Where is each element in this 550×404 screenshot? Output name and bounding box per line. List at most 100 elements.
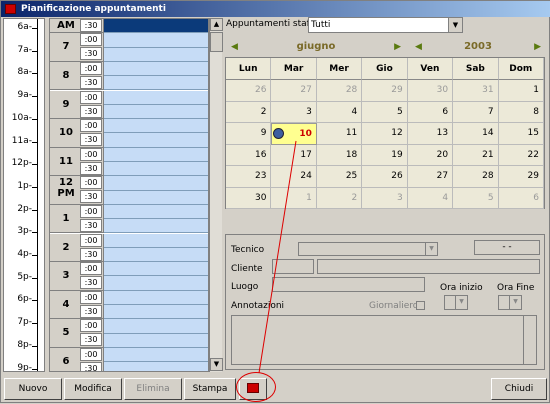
calendar-day[interactable]: 5 — [453, 187, 499, 209]
stampa-button[interactable]: Stampa — [184, 378, 236, 400]
calendar-day[interactable]: 31 — [453, 80, 499, 102]
calendar-day[interactable]: 26 — [226, 80, 272, 102]
time-slot[interactable] — [104, 233, 208, 248]
hour-header: 10:00:30 — [50, 119, 104, 148]
weekday-header: Ven — [407, 58, 454, 80]
calendar-day[interactable]: 21 — [453, 144, 499, 166]
calendar-day[interactable]: 18 — [316, 144, 363, 166]
chevron-down-icon[interactable]: ▼ — [455, 296, 467, 309]
calendar-day[interactable]: 20 — [407, 144, 454, 166]
calendar-day[interactable]: 12 — [362, 123, 408, 145]
calendar-day[interactable]: 2 — [316, 187, 363, 209]
time-slot[interactable] — [104, 162, 208, 177]
calendar-day[interactable]: 4 — [316, 101, 363, 123]
calendar-day[interactable]: 11 — [316, 123, 363, 145]
time-slot[interactable] — [104, 276, 208, 291]
calendar-day[interactable]: 6 — [407, 101, 454, 123]
calendar-day[interactable]: 6 — [498, 187, 544, 209]
calendar-day[interactable]: 16 — [226, 144, 272, 166]
prev-month-icon[interactable]: ◀ — [231, 39, 238, 55]
calendar-day[interactable]: 29 — [362, 80, 408, 102]
time-slot[interactable] — [104, 290, 208, 305]
time-slot[interactable] — [104, 90, 208, 105]
calendar-day[interactable]: 5 — [362, 101, 408, 123]
calendar-day[interactable]: 24 — [271, 166, 317, 188]
calendar-day[interactable]: 30 — [407, 80, 454, 102]
staff-select[interactable]: Tutti ▼ — [308, 17, 463, 33]
nuovo-button[interactable]: Nuovo — [4, 378, 62, 400]
time-slot[interactable] — [104, 262, 208, 277]
calendar-day[interactable]: 28 — [453, 166, 499, 188]
chevron-down-icon[interactable]: ▼ — [509, 296, 521, 309]
calendar-day[interactable]: 26 — [362, 166, 408, 188]
calendar-day[interactable]: 3 — [271, 101, 317, 123]
cliente-name-field[interactable] — [317, 259, 540, 274]
modifica-button[interactable]: Modifica — [64, 378, 122, 400]
scroll-thumb[interactable] — [210, 32, 223, 52]
chevron-down-icon[interactable]: ▼ — [425, 243, 437, 255]
time-slot[interactable] — [104, 176, 208, 191]
calendar-day[interactable]: 27 — [271, 80, 317, 102]
time-slot[interactable] — [104, 219, 208, 234]
time-slot[interactable] — [104, 61, 208, 77]
calendar-day[interactable]: 29 — [498, 166, 544, 188]
prev-year-icon[interactable]: ◀ — [415, 39, 422, 55]
time-slot[interactable] — [104, 204, 208, 220]
calendar-day[interactable]: 7 — [453, 101, 499, 123]
ora-inizio-select[interactable]: ▼ — [444, 295, 468, 310]
staff-label: Appuntamenti staff — [226, 19, 313, 29]
calendar-day[interactable]: 25 — [316, 166, 363, 188]
notes-scrollbar[interactable] — [523, 316, 536, 364]
schedule-scrollbar[interactable]: ▲ ▼ — [209, 18, 223, 372]
chiudi-button[interactable]: Chiudi — [491, 378, 547, 400]
time-slot[interactable] — [104, 33, 208, 48]
hour-label: 4 — [62, 298, 70, 310]
time-slot[interactable] — [104, 147, 208, 162]
scroll-up-icon[interactable]: ▲ — [210, 18, 223, 31]
time-slot[interactable] — [104, 104, 208, 120]
ora-fine-select[interactable]: ▼ — [498, 295, 522, 310]
time-slot[interactable] — [104, 305, 208, 320]
luogo-field[interactable] — [272, 277, 425, 292]
calendar-day[interactable]: 19 — [362, 144, 408, 166]
calendar-day[interactable]: 22 — [498, 144, 544, 166]
calendar-day[interactable]: 17 — [271, 144, 317, 166]
annotazioni-label: Annotazioni — [231, 301, 285, 311]
calendar-day[interactable]: 23 — [226, 166, 272, 188]
tecnico-select[interactable]: ▼ — [298, 242, 438, 256]
giornaliero-checkbox[interactable] — [416, 301, 425, 310]
time-slot[interactable] — [104, 362, 208, 371]
annotazioni-field[interactable] — [231, 315, 537, 365]
calendar-day[interactable]: 15 — [498, 123, 544, 145]
time-slot[interactable] — [104, 47, 208, 62]
time-slot[interactable] — [104, 76, 208, 91]
month-calendar[interactable]: Lun Mar Mer Gio Ven Sab Dom 26 27 28 29 30 31 1 2 3 4 5 6 7… — [225, 57, 545, 209]
calendar-day[interactable]: 14 — [453, 123, 499, 145]
cliente-code-field[interactable] — [272, 259, 314, 274]
next-year-icon[interactable]: ▶ — [534, 39, 541, 55]
calendar-day[interactable]: 30 — [226, 187, 272, 209]
calendar-day[interactable]: 8 — [498, 101, 544, 123]
chevron-down-icon[interactable]: ▼ — [448, 18, 462, 32]
calendar-day[interactable]: 28 — [316, 80, 363, 102]
calendar-day[interactable]: 1 — [498, 80, 544, 102]
time-slot[interactable] — [104, 247, 208, 263]
next-month-icon[interactable]: ▶ — [394, 39, 401, 55]
calendar-day[interactable]: 13 — [407, 123, 454, 145]
time-slot[interactable] — [104, 19, 208, 34]
calendar-day[interactable]: 2 — [226, 101, 272, 123]
time-slot[interactable] — [104, 133, 208, 148]
calendar-day[interactable]: 1 — [271, 187, 317, 209]
calendar-day[interactable]: 9 — [226, 123, 272, 145]
scroll-down-icon[interactable]: ▼ — [210, 358, 223, 371]
time-slot[interactable] — [104, 190, 208, 205]
time-slot[interactable] — [104, 119, 208, 134]
time-slot[interactable] — [104, 347, 208, 363]
calendar-day[interactable]: 27 — [407, 166, 454, 188]
elimina-button[interactable]: Elimina — [124, 378, 182, 400]
calendar-day[interactable]: 3 — [362, 187, 408, 209]
time-slot[interactable] — [104, 333, 208, 348]
time-slot[interactable] — [104, 319, 208, 334]
day-schedule[interactable]: AM:30 7:00:30 8:00:30 9:00:30 10:00:30 11:00:… — [49, 18, 209, 372]
calendar-day[interactable]: 4 — [407, 187, 454, 209]
